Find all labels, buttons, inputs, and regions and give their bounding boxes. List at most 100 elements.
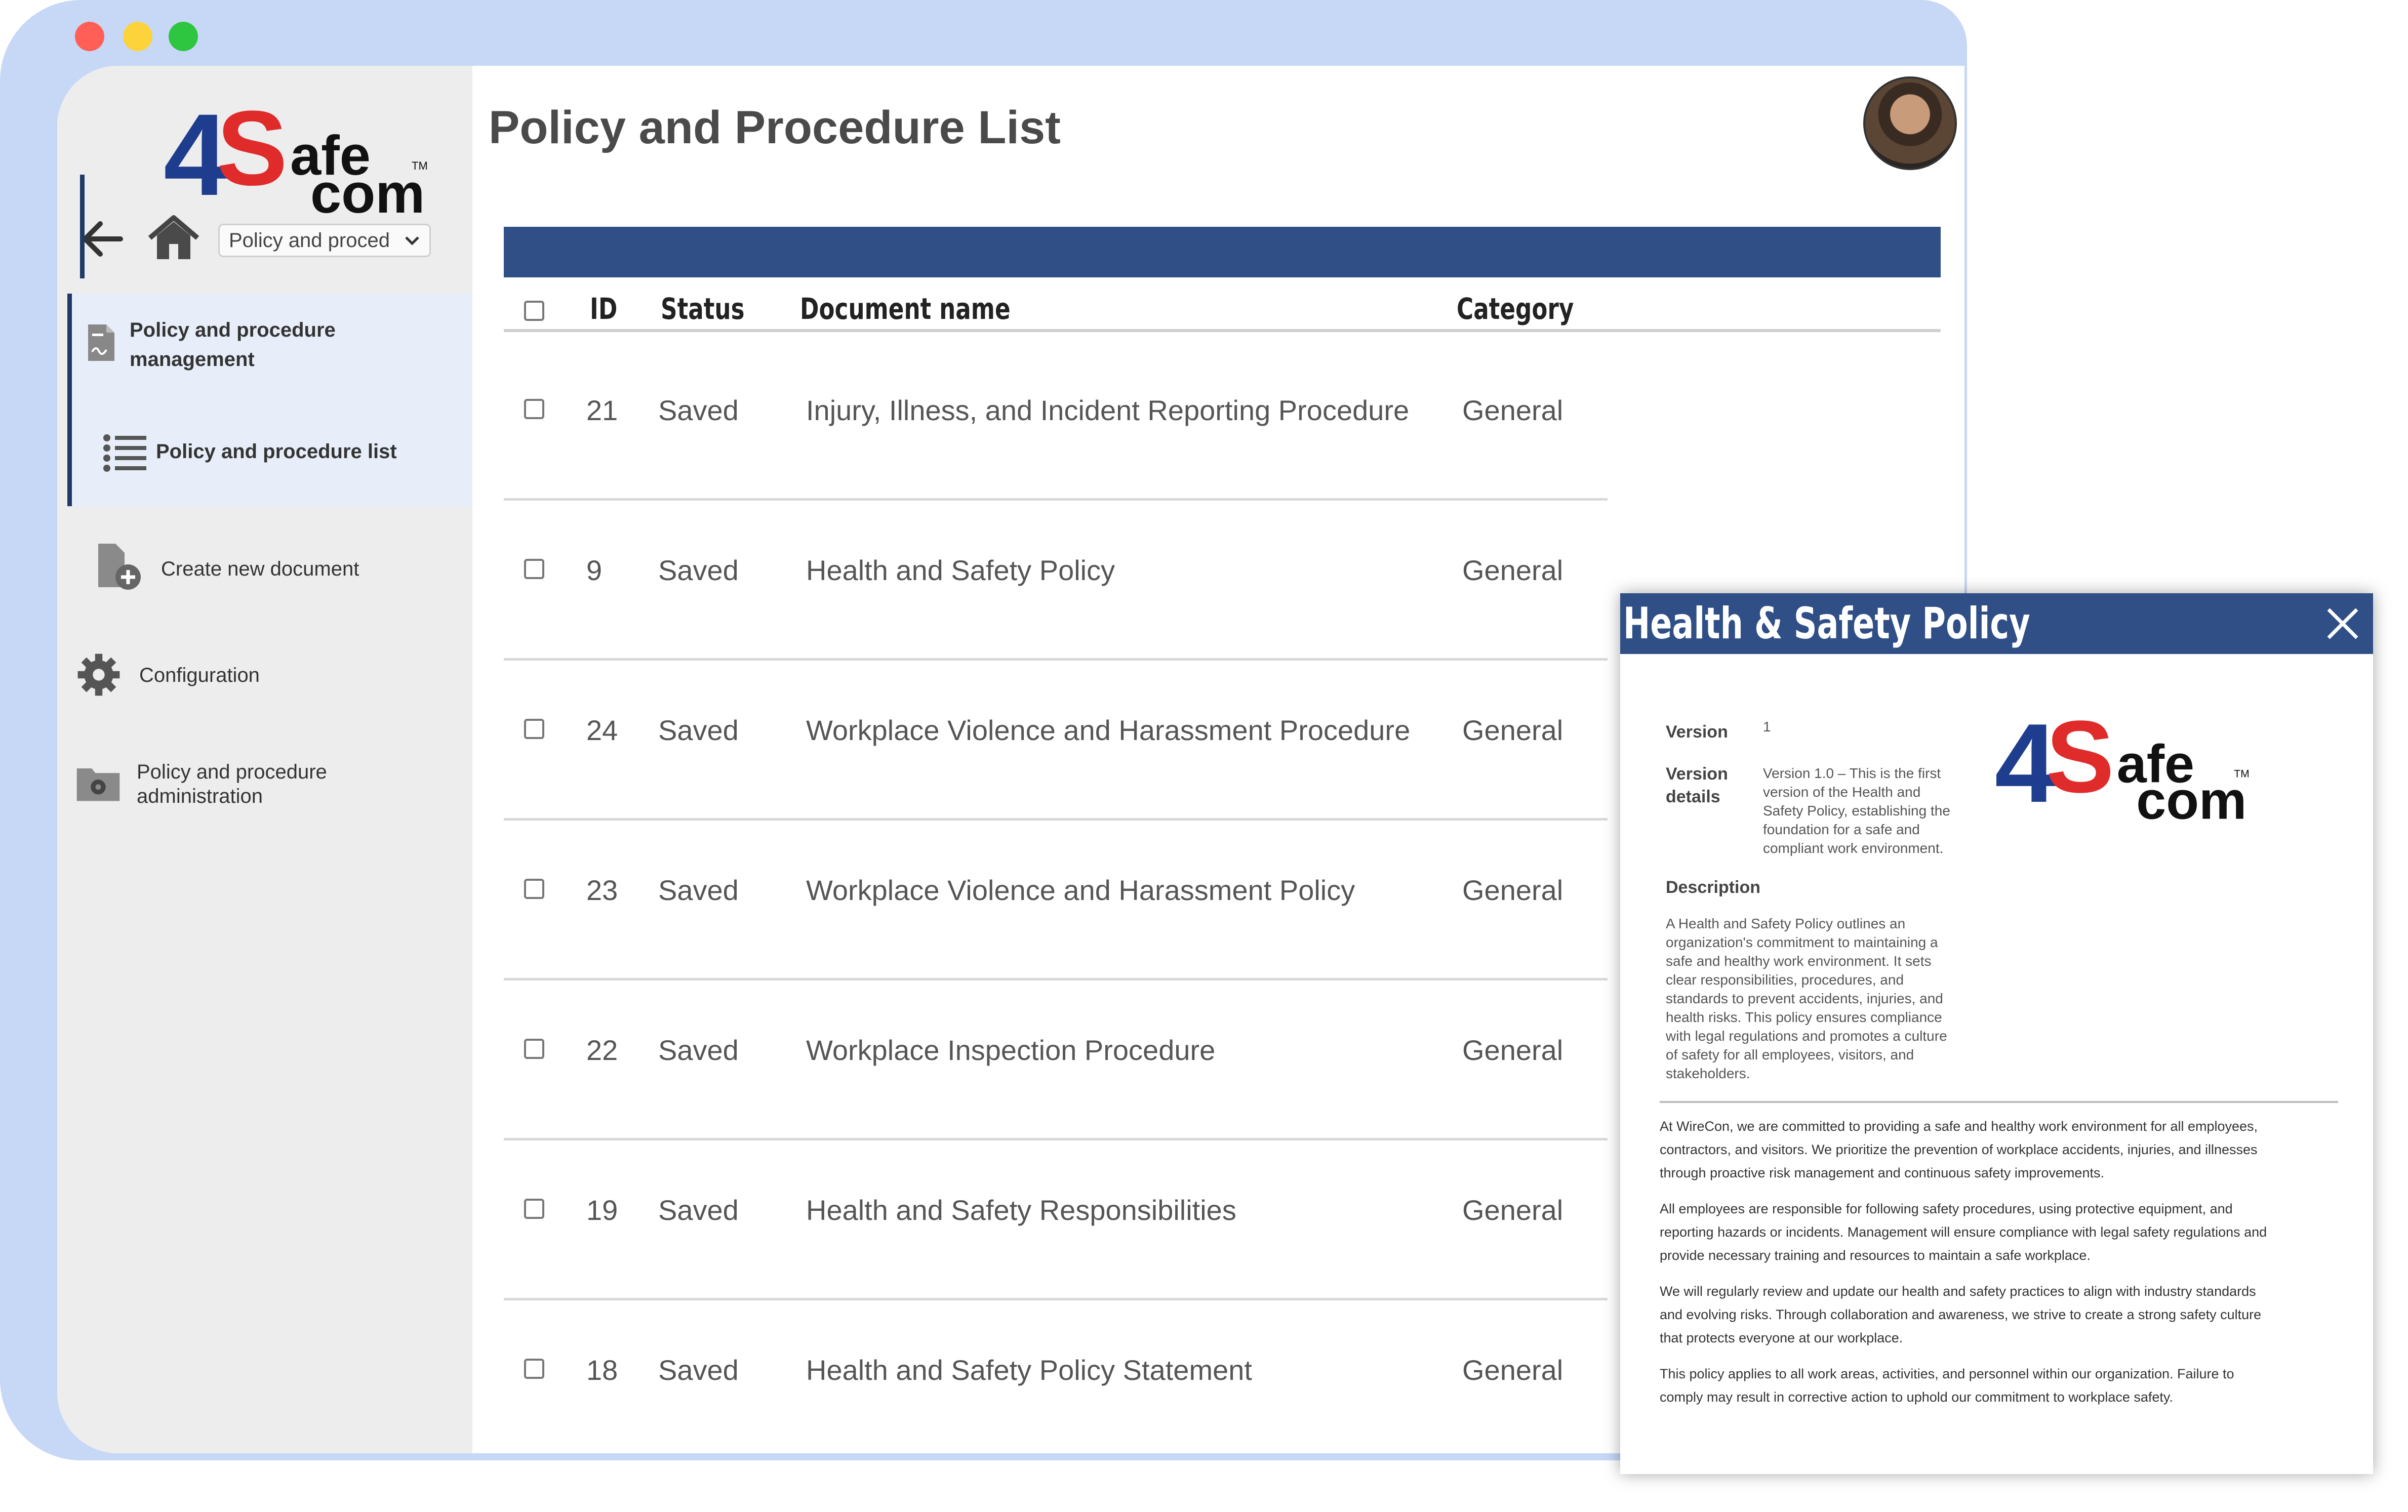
table-row[interactable]: 9 Saved Health and Safety Policy General: [504, 498, 1608, 661]
cell-category: General: [1462, 394, 1563, 426]
row-checkbox[interactable]: [524, 399, 544, 419]
cell-document-name[interactable]: Workplace Violence and Harassment Proced…: [806, 714, 1410, 747]
modal-divider: [1660, 1101, 2338, 1103]
cell-document-name[interactable]: Workplace Inspection Procedure: [806, 1034, 1215, 1067]
description-label: Description: [1666, 878, 1761, 897]
version-details-label: Version: [1666, 764, 1728, 784]
cell-category: General: [1462, 714, 1563, 746]
nav-row: Policy and proced: [77, 208, 472, 268]
cell-document-name[interactable]: Health and Safety Policy Statement: [806, 1354, 1252, 1386]
page-title: Policy and Procedure List: [489, 102, 1061, 153]
select-all-checkbox[interactable]: [524, 301, 544, 321]
cell-id: 9: [586, 554, 603, 586]
chevron-down-icon: [405, 236, 419, 246]
sidebar-item-label: Policy and procedure list: [156, 440, 397, 463]
close-icon[interactable]: [2322, 603, 2363, 644]
cell-status: Saved: [658, 554, 739, 586]
list-icon: [103, 434, 146, 472]
cell-status: Saved: [658, 1034, 739, 1066]
cell-document-name[interactable]: Injury, Illness, and Incident Reporting …: [806, 394, 1409, 427]
cell-status: Saved: [658, 394, 739, 426]
cell-id: 21: [586, 394, 618, 426]
policy-paragraph: At WireCon, we are committed to providin…: [1660, 1119, 2258, 1180]
column-header-status[interactable]: Status: [661, 292, 745, 326]
sidebar-item-label: Create new document: [161, 558, 359, 580]
sub-active-indicator: [80, 175, 85, 278]
sidebar-item-label: Policy and procedure: [137, 761, 327, 783]
cell-category: General: [1462, 554, 1563, 586]
document-signature-icon: [88, 324, 114, 361]
column-header-category[interactable]: Category: [1457, 292, 1574, 326]
row-checkbox[interactable]: [524, 1359, 544, 1379]
svg-text:TM: TM: [412, 159, 428, 172]
policy-paragraph: This policy applies to all work areas, a…: [1660, 1366, 2234, 1405]
sidebar-item-management[interactable]: Policy and procedure management: [57, 294, 472, 400]
cell-id: 19: [586, 1194, 618, 1226]
cell-document-name[interactable]: Workplace Violence and Harassment Policy: [806, 874, 1355, 907]
column-header-document-name[interactable]: Document name: [800, 292, 1011, 326]
table-row[interactable]: 19 Saved Health and Safety Responsibilitie…: [504, 1138, 1608, 1300]
folder-settings-icon: [76, 768, 120, 801]
sidebar-item-administration[interactable]: Policy and procedure administration: [57, 739, 472, 825]
section-dropdown-value: Policy and proced: [229, 229, 390, 252]
table-row[interactable]: 22 Saved Workplace Inspection Procedure Gen…: [504, 978, 1608, 1140]
cell-status: Saved: [658, 714, 739, 746]
svg-text:S: S: [217, 89, 288, 208]
back-arrow-icon[interactable]: [77, 218, 126, 261]
cell-status: Saved: [658, 874, 739, 906]
svg-text:com: com: [2136, 771, 2246, 831]
svg-text:TM: TM: [2234, 768, 2250, 780]
row-checkbox[interactable]: [524, 879, 544, 899]
cell-id: 22: [586, 1034, 618, 1066]
document-preview-modal: Health & Safety Policy Version 1 Version…: [1620, 593, 2373, 1474]
table-row[interactable]: 21 Saved Injury, Illness, and Incident Rep…: [504, 338, 1608, 501]
sidebar-item-label: management: [130, 348, 255, 371]
modal-header: Health & Safety Policy: [1620, 593, 2373, 654]
cell-id: 23: [586, 874, 618, 906]
row-checkbox[interactable]: [524, 559, 544, 579]
table-row[interactable]: 23 Saved Workplace Violence and Harassment…: [504, 818, 1608, 980]
row-checkbox[interactable]: [524, 719, 544, 739]
cell-document-name[interactable]: Health and Safety Responsibilities: [806, 1194, 1236, 1227]
minimize-window-dot[interactable]: [123, 22, 152, 51]
version-label: Version: [1666, 722, 1728, 742]
brand-logo[interactable]: 4 S afe com TM: [158, 78, 442, 225]
section-dropdown[interactable]: Policy and proced: [218, 224, 431, 257]
close-window-dot[interactable]: [75, 22, 104, 51]
popup-brand-logo: 4 S afe com TM: [1990, 689, 2263, 831]
modal-title: Health & Safety Policy: [1623, 598, 2030, 649]
row-checkbox[interactable]: [524, 1199, 544, 1219]
version-details-label: details: [1666, 787, 1720, 806]
table-row[interactable]: 18 Saved Health and Safety Policy Statemen…: [504, 1298, 1608, 1453]
sidebar-item-configuration[interactable]: Configuration: [57, 638, 472, 714]
svg-text:S: S: [2046, 700, 2114, 814]
cell-id: 24: [586, 714, 618, 746]
cell-id: 18: [586, 1354, 618, 1386]
cell-status: Saved: [658, 1194, 739, 1226]
table-header: ID Status Document name Category: [504, 289, 1941, 332]
version-details-text: Version 1.0 – This is the first version …: [1763, 765, 1950, 856]
sidebar-item-create[interactable]: Create new document: [57, 532, 472, 607]
column-header-id[interactable]: ID: [590, 292, 617, 326]
version-value: 1: [1763, 719, 1771, 734]
sidebar-item-label: Configuration: [139, 664, 260, 686]
policy-paragraph: All employees are responsible for follow…: [1660, 1201, 2267, 1263]
description-text: A Health and Safety Policy outlines an o…: [1666, 916, 1947, 1081]
home-icon[interactable]: [146, 213, 202, 263]
add-document-icon: [98, 544, 141, 590]
cell-category: General: [1462, 874, 1563, 906]
maximize-window-dot[interactable]: [169, 22, 198, 51]
cell-status: Saved: [658, 1354, 739, 1386]
avatar[interactable]: [1863, 76, 1957, 170]
row-checkbox[interactable]: [524, 1039, 544, 1059]
policy-paragraph: We will regularly review and update our …: [1660, 1284, 2262, 1345]
sidebar-item-label: Policy and procedure: [130, 319, 336, 341]
sidebar: 4 S afe com TM Policy and proced Policy …: [57, 66, 472, 1453]
cell-category: General: [1462, 1194, 1563, 1226]
sidebar-item-list[interactable]: Policy and procedure list: [57, 400, 472, 506]
cell-document-name[interactable]: Health and Safety Policy: [806, 554, 1115, 587]
table-toolbar: [504, 227, 1941, 277]
gear-icon: [77, 653, 120, 696]
table-row[interactable]: 24 Saved Workplace Violence and Harassment…: [504, 658, 1608, 821]
cell-category: General: [1462, 1034, 1563, 1066]
